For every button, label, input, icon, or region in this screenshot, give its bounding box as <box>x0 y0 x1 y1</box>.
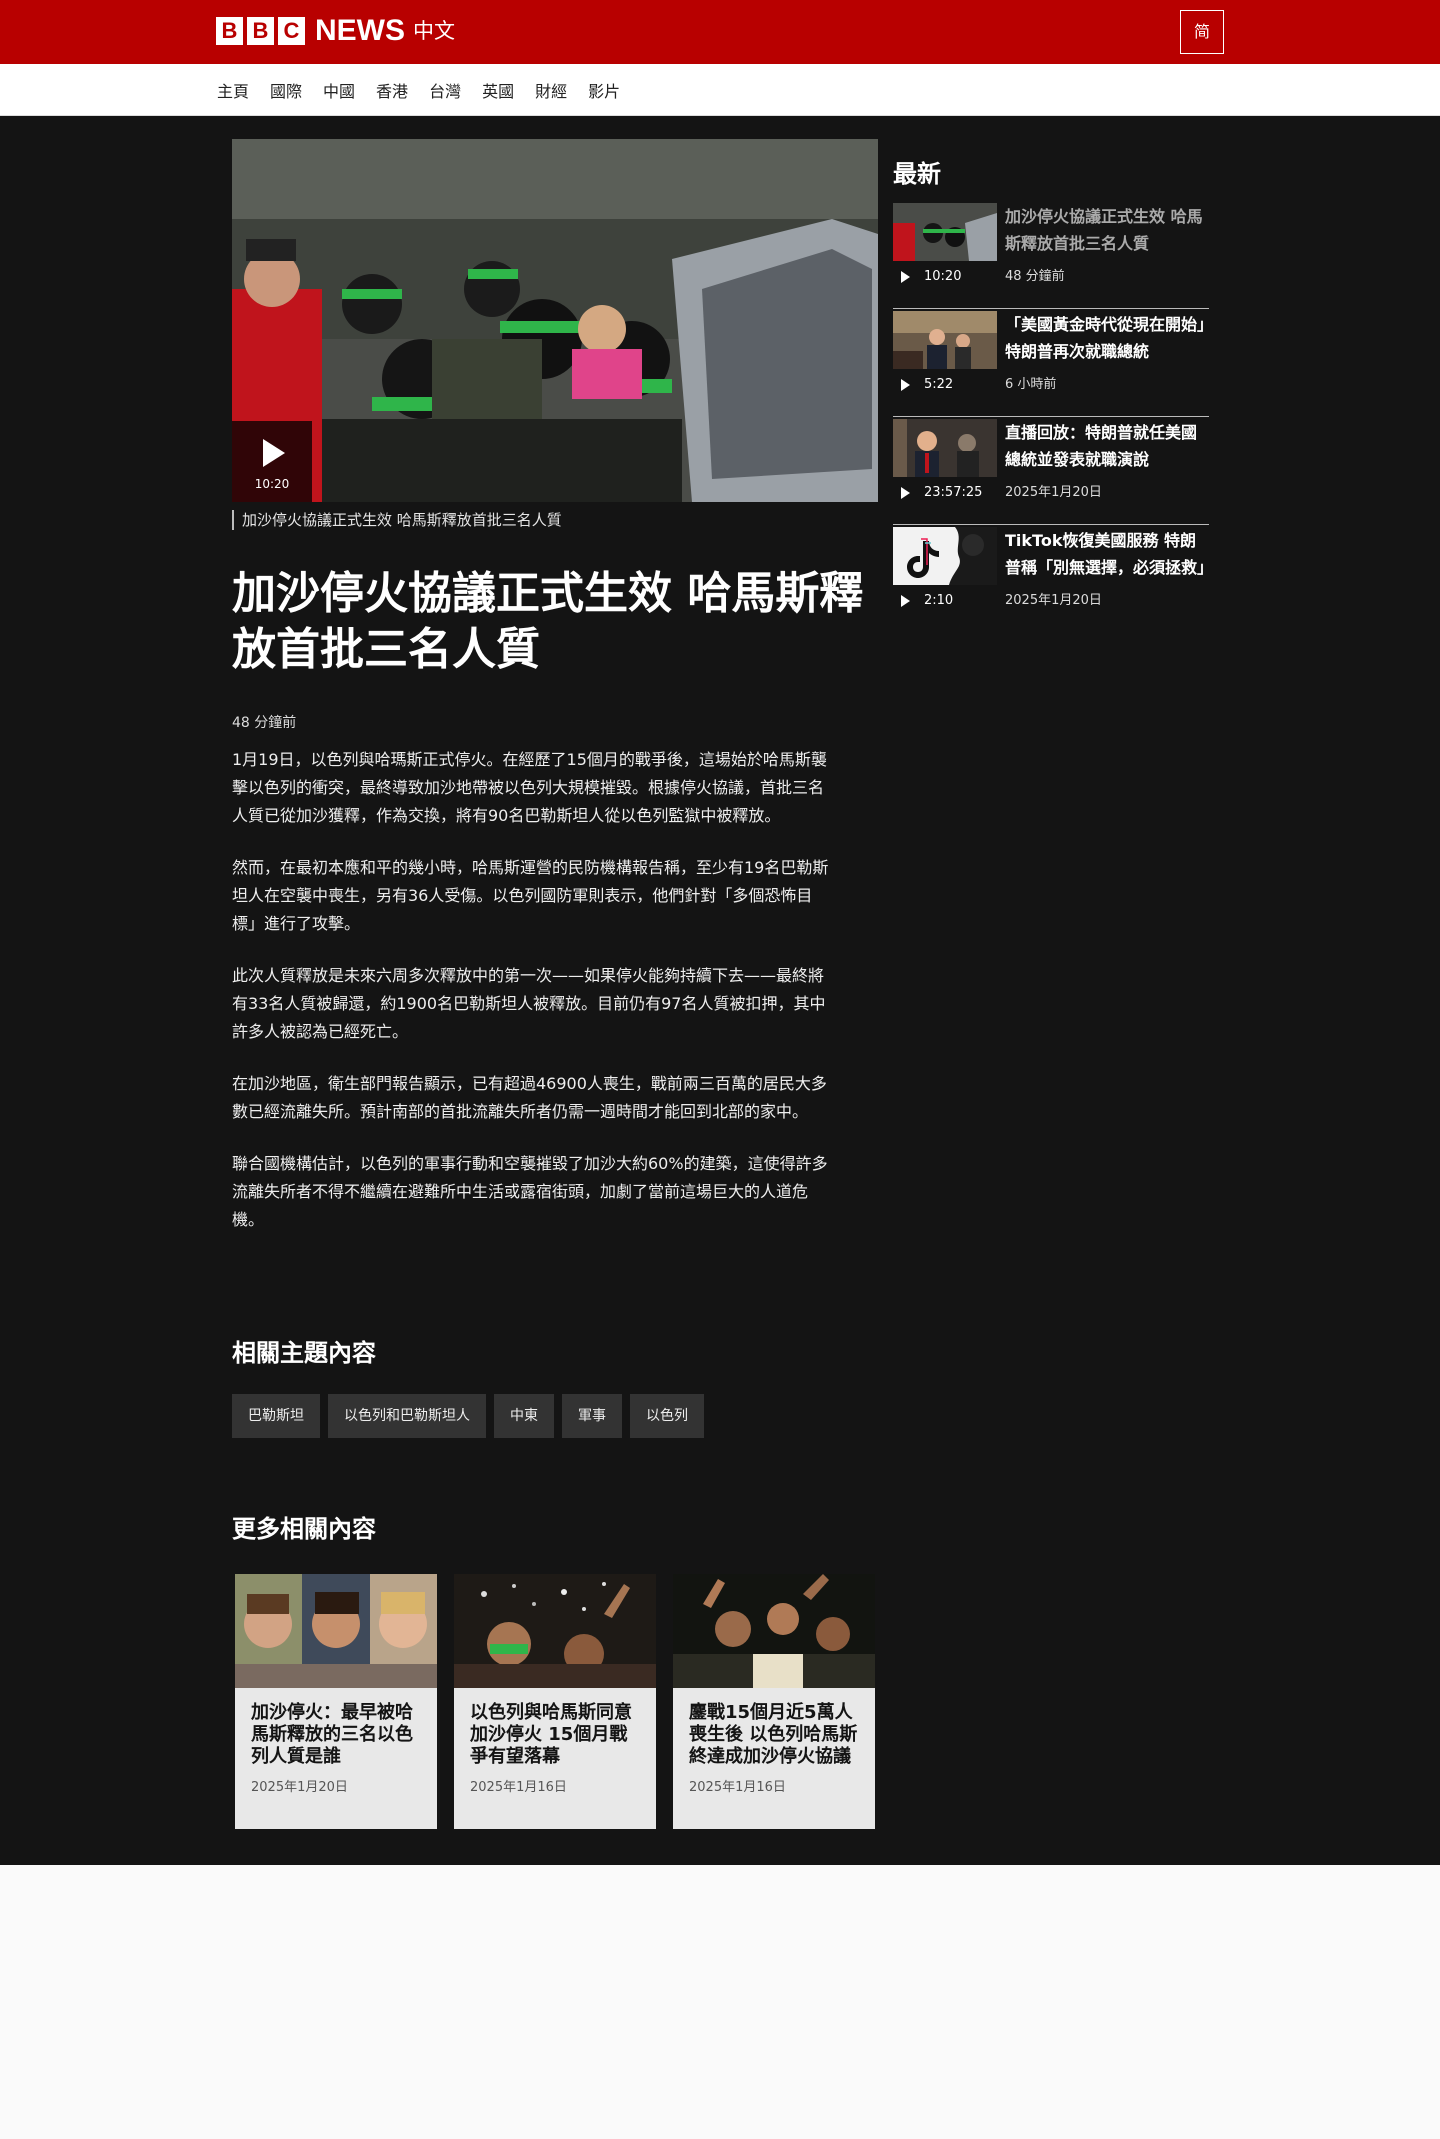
card-date: 2025年1月16日 <box>689 1780 786 1795</box>
latest-item[interactable]: 23:57:25 直播回放：特朗普就任美國總統並發表就職演說 2025年1月20… <box>893 419 1209 525</box>
card-date: 2025年1月16日 <box>470 1780 567 1795</box>
nav-item-taiwan[interactable]: 台灣 <box>429 78 461 102</box>
more-related-title: 更多相關內容 <box>232 1515 376 1543</box>
latest-time: 2025年1月20日 <box>1005 485 1102 500</box>
related-cards: 加沙停火：最早被哈馬斯釋放的三名以色列人質是誰 2025年1月20日 以色列與哈… <box>235 1574 892 1829</box>
nav-item-world[interactable]: 國際 <box>270 78 302 102</box>
latest-item[interactable]: 10:20 加沙停火協議正式生效 哈馬斯釋放首批三名人質 48 分鐘前 <box>893 203 1209 309</box>
latest-time: 48 分鐘前 <box>1005 269 1065 284</box>
play-icon <box>901 378 910 391</box>
simplified-chinese-toggle-button[interactable]: 简 <box>1180 10 1224 54</box>
play-icon <box>901 270 910 283</box>
related-card[interactable]: 鏖戰15個月近5萬人喪生後 以色列哈馬斯終達成加沙停火協議 2025年1月16日 <box>673 1574 875 1829</box>
article-paragraph: 在加沙地區，衛生部門報告顯示，已有超過46900人喪生，戰前兩三百萬的居民大多數… <box>232 1074 827 1121</box>
bbc-logo-letter-b1: B <box>216 17 243 45</box>
card-thumbnail <box>454 1574 656 1688</box>
topic-tag[interactable]: 軍事 <box>562 1394 622 1438</box>
latest-item[interactable]: 5:22 「美國黃金時代從現在開始」特朗普再次就職總統 6 小時前 <box>893 311 1209 417</box>
latest-title: 最新 <box>893 160 941 188</box>
video-caption: 加沙停火協議正式生效 哈馬斯釋放首批三名人質 <box>232 510 878 530</box>
nav-item-china[interactable]: 中國 <box>323 78 355 102</box>
latest-duration: 5:22 <box>901 377 953 392</box>
nav-item-business[interactable]: 財經 <box>535 78 567 102</box>
latest-thumbnail <box>893 419 997 477</box>
card-thumbnail <box>673 1574 875 1688</box>
video-duration: 10:20 <box>254 477 290 491</box>
card-title: 加沙停火：最早被哈馬斯釋放的三名以色列人質是誰 <box>251 1702 413 1767</box>
related-topics-title: 相關主題內容 <box>232 1339 376 1367</box>
bbc-logo-letter-b2: B <box>247 17 274 45</box>
article-column: 10:20 加沙停火協議正式生效 哈馬斯釋放首批三名人質 加沙停火協議正式生效 … <box>232 139 878 1234</box>
article-paragraph: 聯合國機構估計，以色列的軍事行動和空襲摧毀了加沙大約60%的建築，這使得許多流離… <box>232 1154 828 1229</box>
site-header: B B C NEWS 中文 简 <box>0 0 1440 64</box>
article-timestamp: 48 分鐘前 <box>232 715 297 731</box>
latest-item[interactable]: 2:10 TikTok恢復美國服務 特朗普稱「別無選擇，必須拯救」 2025年1… <box>893 527 1214 633</box>
article-paragraph: 1月19日，以色列與哈瑪斯正式停火。在經歷了15個月的戰爭後，這場始於哈馬斯襲擊… <box>232 750 827 825</box>
main-navigation: 主頁 國際 中國 香港 台灣 英國 財經 影片 <box>0 64 1440 116</box>
nav-item-hongkong[interactable]: 香港 <box>376 78 408 102</box>
related-card[interactable]: 以色列與哈馬斯同意加沙停火 15個月戰爭有望落幕 2025年1月16日 <box>454 1574 656 1829</box>
bbc-news-logo[interactable]: B B C NEWS 中文 <box>216 16 455 46</box>
latest-thumbnail <box>893 203 997 261</box>
latest-time: 2025年1月20日 <box>1005 593 1102 608</box>
card-title: 鏖戰15個月近5萬人喪生後 以色列哈馬斯終達成加沙停火協議 <box>689 1702 858 1767</box>
bbc-logo-letter-c: C <box>278 17 305 45</box>
nav-item-video[interactable]: 影片 <box>588 78 620 102</box>
brand-language-text: 中文 <box>413 19 455 43</box>
topic-tag[interactable]: 以色列和巴勒斯坦人 <box>328 1394 486 1438</box>
latest-thumbnail <box>893 527 997 585</box>
hero-video[interactable]: 10:20 <box>232 139 878 502</box>
brand-news-text: NEWS <box>315 14 405 47</box>
article-paragraph: 然而，在最初本應和平的幾小時，哈馬斯運營的民防機構報告稱，至少有19名巴勒斯坦人… <box>232 858 829 933</box>
play-icon <box>901 486 910 499</box>
article-page: 10:20 加沙停火協議正式生效 哈馬斯釋放首批三名人質 加沙停火協議正式生效 … <box>0 116 1440 1865</box>
latest-duration: 10:20 <box>901 269 961 284</box>
latest-thumbnail <box>893 311 997 369</box>
latest-sidebar: 最新 10:20 加沙停火協議正式生效 哈馬斯釋放首批三名人質 48 分鐘前 5… <box>893 154 1214 633</box>
latest-duration: 23:57:25 <box>901 485 982 500</box>
nav-item-home[interactable]: 主頁 <box>217 78 249 102</box>
topic-tag[interactable]: 巴勒斯坦 <box>232 1394 320 1438</box>
latest-time: 6 小時前 <box>1005 377 1057 392</box>
card-title: 以色列與哈馬斯同意加沙停火 15個月戰爭有望落幕 <box>470 1702 632 1767</box>
card-thumbnail <box>235 1574 437 1688</box>
play-icon <box>901 594 910 607</box>
topic-tag[interactable]: 中東 <box>494 1394 554 1438</box>
related-card[interactable]: 加沙停火：最早被哈馬斯釋放的三名以色列人質是誰 2025年1月20日 <box>235 1574 437 1829</box>
hero-video-image <box>232 139 878 502</box>
article-headline: 加沙停火協議正式生效 哈馬斯釋放首批三名人質 <box>232 568 864 675</box>
latest-headline: 直播回放：特朗普就任美國總統並發表就職演說 <box>1005 423 1198 469</box>
nav-item-uk[interactable]: 英國 <box>482 78 514 102</box>
play-icon <box>263 439 285 467</box>
latest-headline: 加沙停火協議正式生效 哈馬斯釋放首批三名人質 <box>1005 207 1203 253</box>
topic-tags: 巴勒斯坦 以色列和巴勒斯坦人 中東 軍事 以色列 <box>232 1394 712 1438</box>
latest-headline: 「美國黃金時代從現在開始」特朗普再次就職總統 <box>1005 315 1206 361</box>
topic-tag[interactable]: 以色列 <box>630 1394 704 1438</box>
video-play-button[interactable]: 10:20 <box>232 421 312 502</box>
latest-headline: TikTok恢復美國服務 特朗普稱「別無選擇，必須拯救」 <box>1005 531 1214 577</box>
card-date: 2025年1月20日 <box>251 1780 348 1795</box>
latest-duration: 2:10 <box>901 593 953 608</box>
article-paragraph: 此次人質釋放是未來六周多次釋放中的第一次——如果停火能夠持續下去——最終將有33… <box>232 966 826 1041</box>
